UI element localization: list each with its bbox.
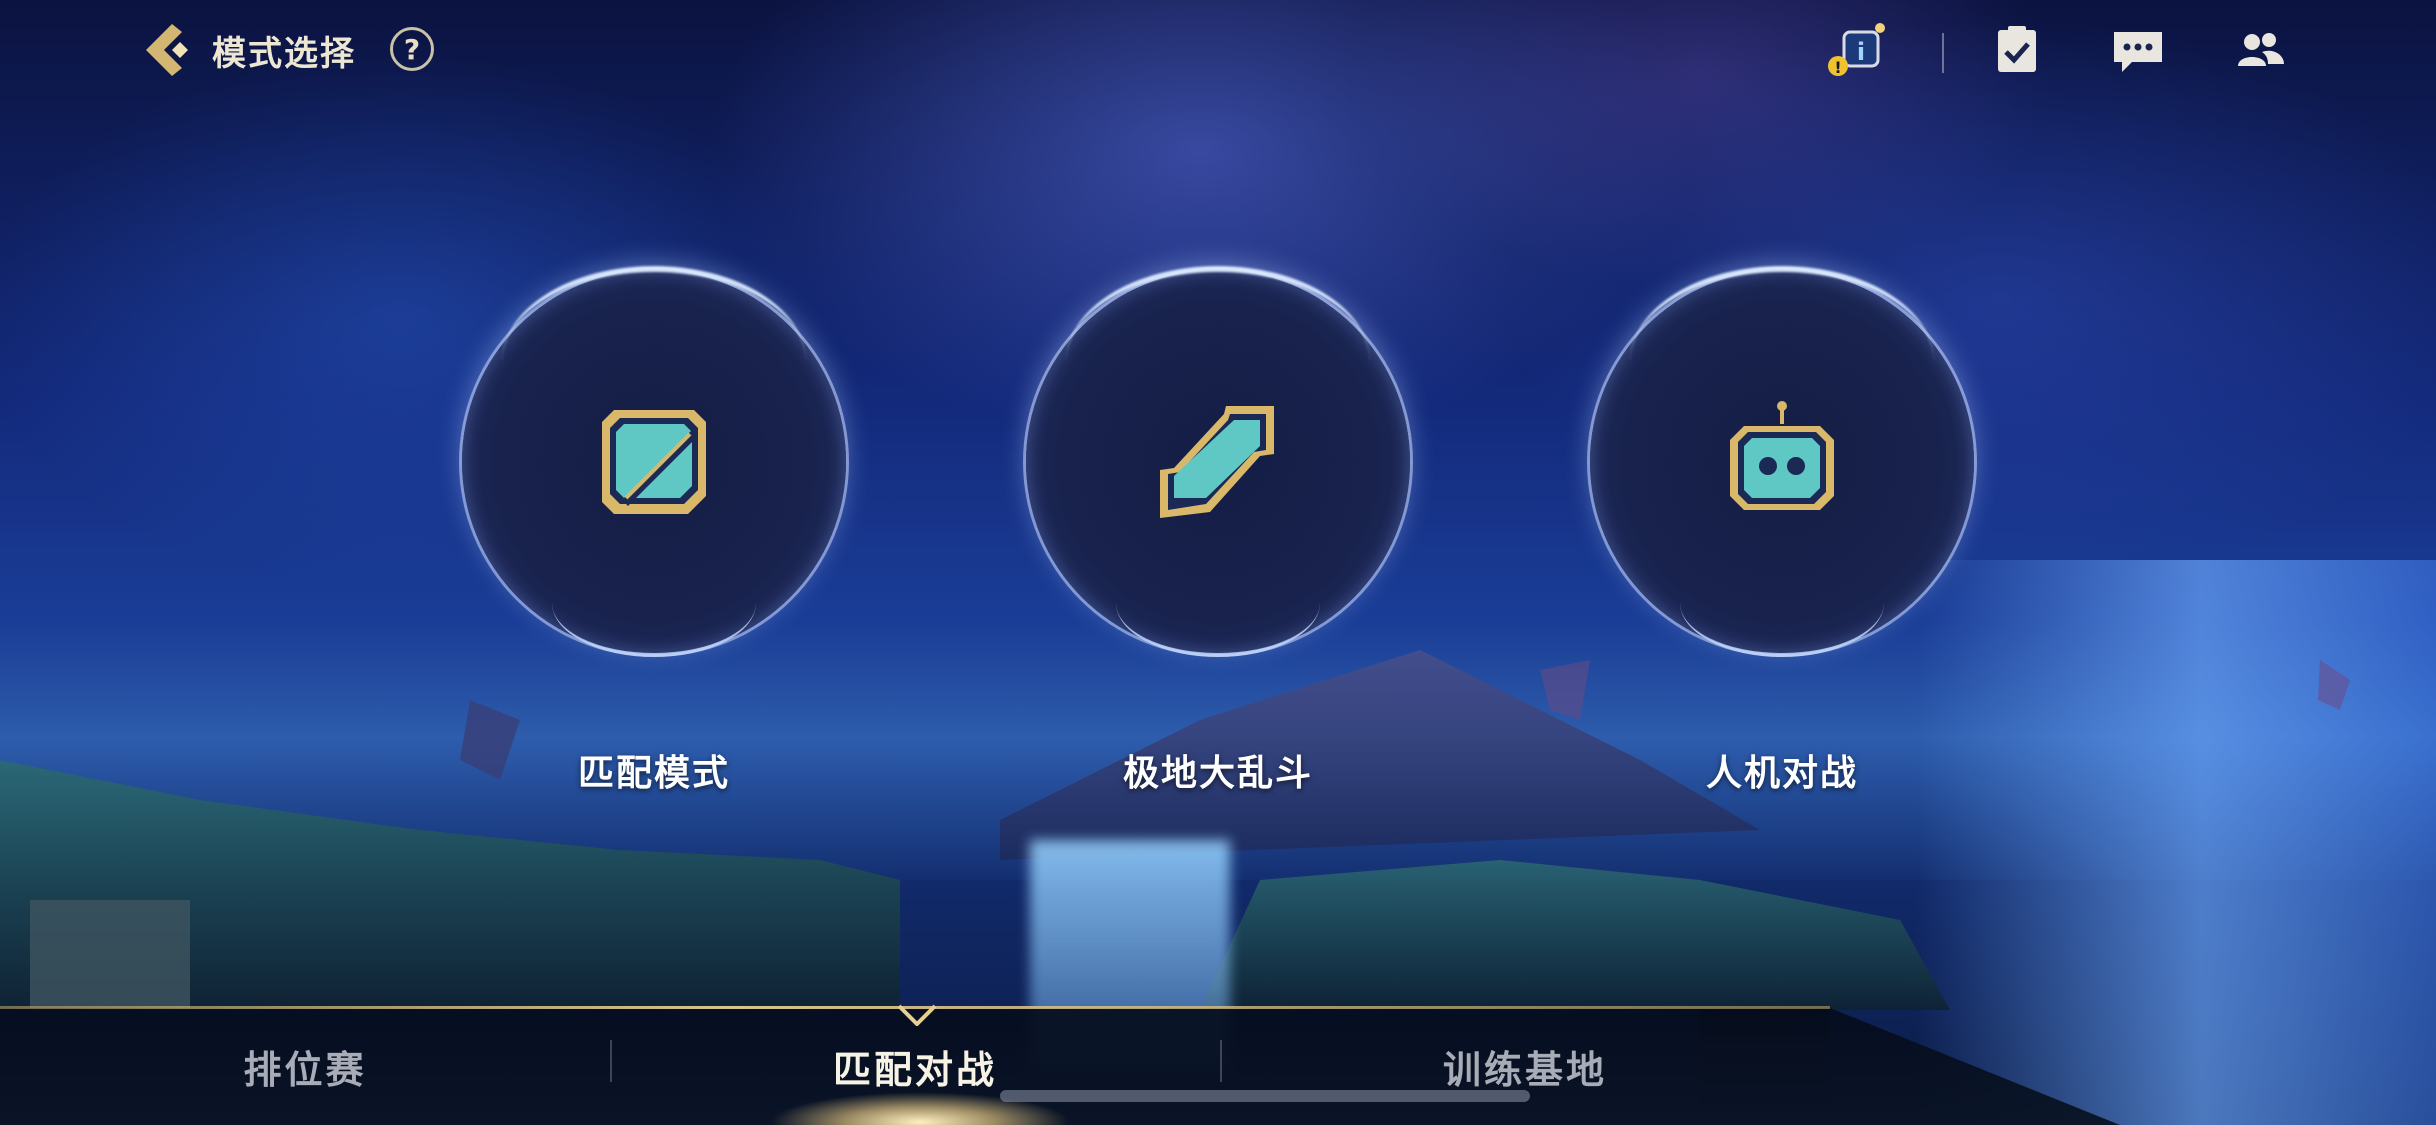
home-indicator[interactable] xyxy=(1000,1090,1530,1102)
friends-icon xyxy=(2238,33,2284,66)
friends-button[interactable] xyxy=(2232,22,2288,78)
mode-bot-button[interactable] xyxy=(1590,270,1974,657)
svg-text:!: ! xyxy=(1834,58,1841,77)
checklist-icon xyxy=(1998,26,2036,72)
help-button[interactable]: ? xyxy=(390,27,434,71)
chat-button[interactable] xyxy=(2110,22,2166,78)
mode-select-screen: 模式选择 ? i ! 匹配模式 极地大乱斗 人机对战 排位赛 匹配对战 训练基地 xyxy=(0,0,2436,1125)
match-mode-icon xyxy=(602,410,706,514)
bot-mode-icon xyxy=(1730,401,1834,510)
mode-aram-label: 极地大乱斗 xyxy=(1122,753,1313,794)
mode-match-label: 匹配模式 xyxy=(577,753,730,794)
page-title: 模式选择 xyxy=(212,34,356,74)
mode-match-button[interactable] xyxy=(462,270,846,657)
top-bar-divider xyxy=(1942,33,1944,73)
back-button[interactable] xyxy=(138,20,196,80)
mode-bot-label: 人机对战 xyxy=(1705,753,1858,794)
back-arrow-icon xyxy=(146,24,188,76)
tasks-button[interactable] xyxy=(1990,22,2046,78)
svg-text:i: i xyxy=(1857,38,1865,66)
aram-mode-icon xyxy=(1160,406,1274,518)
info-notice-button[interactable]: i ! xyxy=(1828,22,1885,78)
tab-training[interactable]: 训练基地 xyxy=(1220,1008,1830,1125)
active-tab-marker-icon xyxy=(897,1004,937,1026)
mode-aram-button[interactable] xyxy=(1026,270,1410,657)
chat-icon xyxy=(2114,32,2162,72)
info-notice-icon: i ! xyxy=(1828,23,1885,77)
tab-ranked[interactable]: 排位赛 xyxy=(0,1008,610,1125)
